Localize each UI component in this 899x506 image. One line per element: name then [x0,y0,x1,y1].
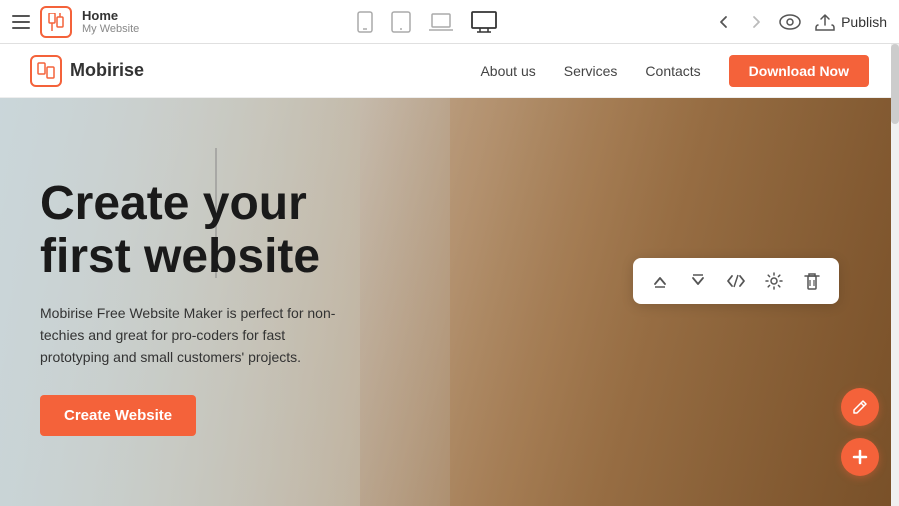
page-title: Home [82,8,139,23]
mobile-device-icon[interactable] [357,11,373,33]
scrollbar[interactable] [891,44,899,506]
site-logo: Mobirise [30,55,144,87]
hero-title-line2: first website [40,230,320,283]
publish-button[interactable]: Publish [815,13,887,31]
top-toolbar: Home My Website [0,0,899,44]
delete-button[interactable] [795,264,829,298]
scrollbar-thumb[interactable] [891,44,899,124]
page-subtitle: My Website [82,23,139,35]
hero-title: Create your first website [40,178,340,284]
desktop-device-icon[interactable] [471,11,497,33]
nav-link-about[interactable]: About us [480,63,535,79]
settings-button[interactable] [757,264,791,298]
preview-icon[interactable] [779,14,801,30]
move-up-button[interactable] [643,264,677,298]
code-button[interactable] [719,264,753,298]
page-title-block: Home My Website [82,8,139,35]
site-nav: About us Services Contacts Download Now [480,55,869,87]
toolbar-right: Publish [715,13,887,31]
download-button[interactable]: Download Now [729,55,869,87]
nav-link-contacts[interactable]: Contacts [645,63,700,79]
nav-link-services[interactable]: Services [564,63,618,79]
logo-text: Mobirise [70,60,144,81]
laptop-device-icon[interactable] [429,13,453,31]
hero-description: Mobirise Free Website Maker is perfect f… [40,302,340,369]
forward-icon[interactable] [747,13,765,31]
toolbar-left: Home My Website [12,6,139,38]
back-icon[interactable] [715,13,733,31]
hero-title-line1: Create your [40,177,307,230]
create-website-button[interactable]: Create Website [40,395,196,436]
logo-icon [30,55,62,87]
device-switcher [149,11,705,33]
hero-section: Create your first website Mobirise Free … [0,98,899,506]
site-navbar: Mobirise About us Services Contacts Down… [0,44,899,98]
app-icon [40,6,72,38]
publish-label: Publish [841,14,887,30]
hamburger-icon[interactable] [12,15,30,29]
tablet-device-icon[interactable] [391,11,411,33]
add-fab-button[interactable] [841,438,879,476]
hero-content: Create your first website Mobirise Free … [40,178,340,436]
block-float-toolbar [633,258,839,304]
edit-fab-button[interactable] [841,388,879,426]
move-down-button[interactable] [681,264,715,298]
